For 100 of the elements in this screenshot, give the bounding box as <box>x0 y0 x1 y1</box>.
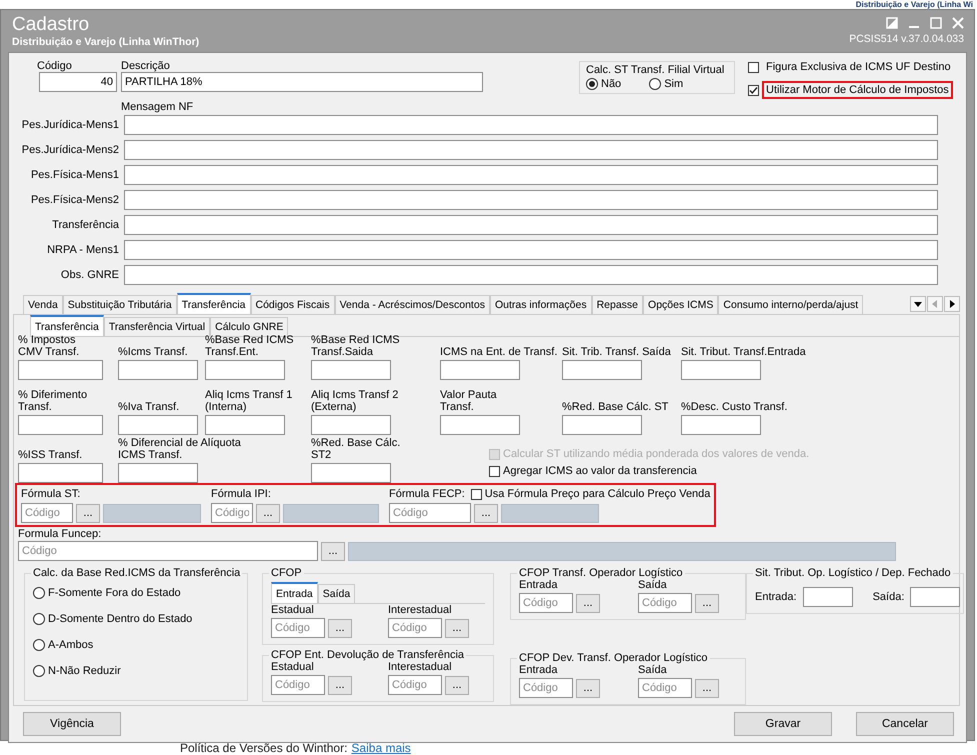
scroll-right-icon[interactable] <box>944 296 960 312</box>
tab[interactable]: Saída <box>318 584 356 603</box>
field-label: Interestadual <box>388 661 453 673</box>
group-title: Sit. Tribut. Op. Logístico / Dep. Fechado <box>753 567 953 579</box>
input-field[interactable] <box>118 360 198 380</box>
code-field[interactable]: Código <box>638 678 692 698</box>
field-label: Pes.Jurídica-Mens2 <box>21 144 119 156</box>
input-field[interactable] <box>802 587 853 607</box>
input-field[interactable] <box>311 415 391 435</box>
input-field[interactable]: PARTILHA 18% <box>121 72 483 92</box>
tab[interactable]: Consumo interno/perda/ajust <box>718 295 864 314</box>
lookup-button[interactable]: ... <box>576 678 600 698</box>
input-field[interactable] <box>124 190 938 210</box>
field-label: NRPA - Mens1 <box>46 244 119 256</box>
input-field[interactable] <box>562 415 642 435</box>
radio-button[interactable] <box>33 613 45 625</box>
lookup-button[interactable]: ... <box>76 504 100 522</box>
tab[interactable]: Opções ICMS <box>643 295 718 314</box>
radio-button[interactable] <box>33 665 45 677</box>
group-title: CFOP Transf. Operador Logístico <box>517 567 685 579</box>
tab[interactable]: Cálculo GNRE <box>210 317 288 336</box>
input-field[interactable] <box>205 360 285 380</box>
input-field[interactable] <box>910 587 960 607</box>
field-label: Obs. GNRE <box>60 269 119 281</box>
tab[interactable]: Transferência <box>30 315 104 336</box>
field-label: %Icms Transf. <box>118 346 189 358</box>
checkbox[interactable] <box>489 466 500 476</box>
code-field[interactable]: Código <box>271 618 325 638</box>
lookup-button[interactable]: ... <box>256 504 280 522</box>
input-field[interactable] <box>440 360 520 380</box>
input-field[interactable] <box>311 463 391 483</box>
field-label: Entrada: <box>755 591 797 603</box>
lookup-button[interactable]: ... <box>474 504 498 522</box>
input-field[interactable] <box>124 265 938 285</box>
radio-button[interactable] <box>586 78 598 90</box>
input-field[interactable] <box>18 463 103 483</box>
tab[interactable]: Códigos Fiscais <box>250 295 335 314</box>
input-field[interactable] <box>681 360 761 380</box>
dialog-button[interactable]: Cancelar <box>856 712 954 736</box>
restore-icon[interactable] <box>886 17 898 29</box>
page-link[interactable]: Saiba mais <box>351 741 411 755</box>
maximize-icon[interactable] <box>930 17 942 29</box>
code-field[interactable]: Código <box>271 675 325 695</box>
tab[interactable]: Repasse <box>592 295 644 314</box>
field-label: Aliq Icms Transf 2 (Externa) <box>311 389 400 413</box>
lookup-button[interactable]: ... <box>328 618 352 638</box>
input-field[interactable] <box>440 415 520 435</box>
input-field[interactable] <box>124 165 938 185</box>
code-field[interactable]: Código <box>389 503 471 523</box>
tab[interactable]: Substituição Tributária <box>62 295 177 314</box>
input-field[interactable] <box>18 415 103 435</box>
lookup-button[interactable]: ... <box>445 676 469 694</box>
checkbox[interactable] <box>748 62 759 72</box>
code-field[interactable]: Código <box>519 593 573 613</box>
tab[interactable]: Venda - Acréscimos/Descontos <box>334 295 490 314</box>
input-field[interactable] <box>124 240 938 260</box>
dropdown-icon[interactable] <box>910 296 926 312</box>
lookup-button[interactable]: ... <box>321 542 345 560</box>
lookup-button[interactable]: ... <box>695 678 719 698</box>
tab[interactable]: Transferência Virtual <box>104 317 210 336</box>
code-field[interactable]: Código <box>21 503 73 523</box>
tab[interactable]: Transferência <box>176 293 250 314</box>
tab[interactable]: Entrada <box>271 582 318 603</box>
input-field[interactable] <box>311 360 391 380</box>
input-field[interactable] <box>205 415 285 435</box>
group-title: Calc. da Base Red.ICMS da Transferência <box>31 567 242 579</box>
lookup-button[interactable]: ... <box>695 594 719 612</box>
input-field[interactable] <box>681 415 761 435</box>
input-field[interactable] <box>124 115 938 135</box>
input-field[interactable]: 40 <box>39 72 117 92</box>
input-field[interactable] <box>562 360 642 380</box>
code-field[interactable]: Código <box>211 503 253 523</box>
input-field[interactable] <box>124 215 938 235</box>
code-field[interactable]: Código <box>519 678 573 698</box>
checkbox[interactable] <box>748 84 759 96</box>
radio-button[interactable] <box>33 639 45 651</box>
input-field[interactable] <box>118 463 198 483</box>
vigencia-button[interactable]: Vigência <box>23 712 121 736</box>
code-field[interactable]: Código <box>18 541 318 561</box>
input-field[interactable] <box>118 415 198 435</box>
lookup-button[interactable]: ... <box>576 594 600 612</box>
code-field[interactable]: Código <box>388 618 442 638</box>
tab[interactable]: Outras informações <box>490 295 592 314</box>
input-field[interactable] <box>124 140 938 160</box>
lookup-button[interactable]: ... <box>445 618 469 638</box>
field-label: %Base Red ICMS Transf.Saida <box>311 334 401 358</box>
group-title: CFOP Ent. Devolução de Transferência <box>269 649 466 661</box>
field-label: Pes.Jurídica-Mens1 <box>21 119 119 131</box>
close-icon[interactable] <box>952 17 964 29</box>
lookup-button[interactable]: ... <box>328 676 352 694</box>
tab[interactable]: Venda <box>23 295 63 314</box>
radio-button[interactable] <box>649 78 662 90</box>
code-field[interactable]: Código <box>388 675 442 695</box>
code-field[interactable]: Código <box>638 593 692 613</box>
checkbox[interactable] <box>470 488 482 500</box>
dialog-button[interactable]: Gravar <box>734 712 832 736</box>
input-field[interactable] <box>18 360 103 380</box>
field-label: Saída: <box>872 591 904 603</box>
radio-button[interactable] <box>33 587 45 599</box>
field-label: Aliq Icms Transf 1 (Interna) <box>205 389 294 413</box>
